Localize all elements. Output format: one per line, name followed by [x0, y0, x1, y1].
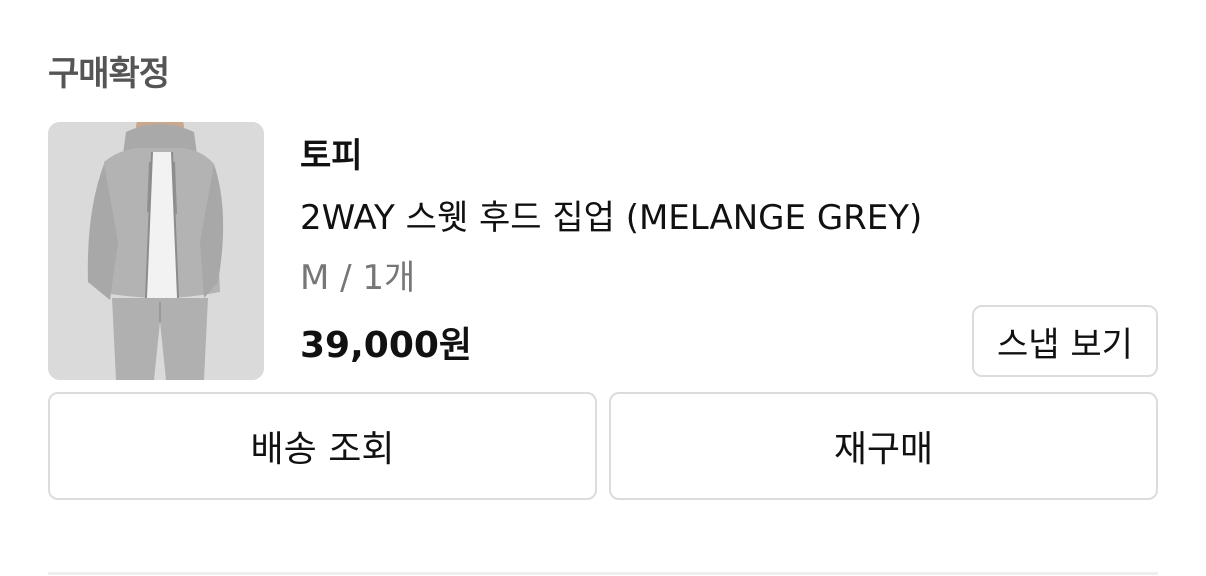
order-status-label: 구매확정 — [48, 54, 170, 94]
product-option: M / 1개 — [300, 258, 416, 298]
order-item-card: 구매확정 토피 2WAY 스웻 후드 집업 (MELANGE GREY) M /… — [0, 0, 1206, 576]
brand-name[interactable]: 토피 — [300, 128, 363, 177]
section-divider — [48, 572, 1158, 575]
product-price: 39,000원 — [300, 325, 473, 366]
product-thumbnail[interactable] — [48, 122, 264, 380]
delivery-tracking-button[interactable]: 배송 조회 — [48, 392, 597, 500]
product-name[interactable]: 2WAY 스웻 후드 집업 (MELANGE GREY) — [300, 190, 922, 239]
hoodie-product-photo-icon — [48, 122, 264, 380]
rebuy-button[interactable]: 재구매 — [609, 392, 1158, 500]
snap-view-button[interactable]: 스냅 보기 — [972, 305, 1158, 377]
